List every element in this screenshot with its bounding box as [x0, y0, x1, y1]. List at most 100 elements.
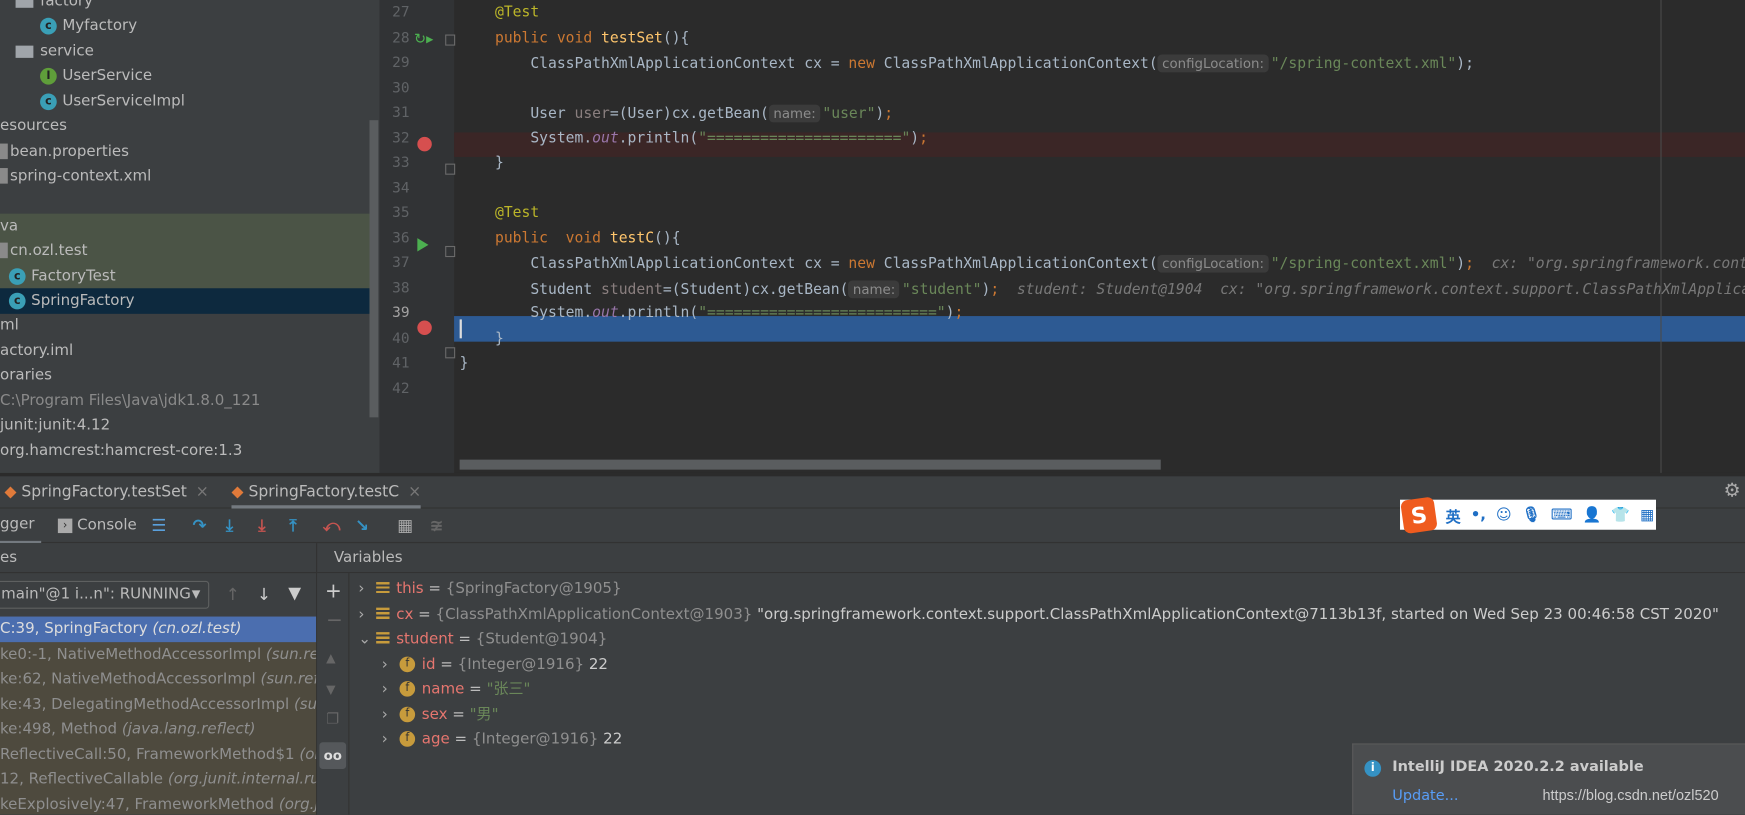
- next-frame-icon[interactable]: ↓: [257, 584, 271, 604]
- ime-punctuation-toggle[interactable]: •,: [1471, 506, 1486, 524]
- fold-icon[interactable]: [445, 163, 456, 175]
- add-watch-icon[interactable]: +: [325, 580, 342, 603]
- chevron-right-icon[interactable]: ›: [382, 727, 395, 752]
- fold-icon[interactable]: [445, 347, 456, 359]
- tree-item[interactable]: ml: [0, 313, 371, 338]
- frames-list-icon[interactable]: ☰: [151, 515, 166, 535]
- emoji-icon[interactable]: ☺: [1496, 506, 1512, 524]
- chevron-right-icon[interactable]: ›: [382, 677, 395, 702]
- close-icon[interactable]: ×: [408, 483, 421, 501]
- stack-frame[interactable]: ke:498, Method (java.lang.reflect): [0, 717, 316, 742]
- field-icon: f: [399, 681, 416, 697]
- stack-frame[interactable]: 12, ReflectiveCallable (org.junit.intern…: [0, 767, 316, 792]
- drop-frame-icon[interactable]: ⤺: [323, 515, 341, 535]
- user-icon[interactable]: 👤: [1583, 506, 1602, 524]
- step-out-icon[interactable]: ⤒: [289, 515, 296, 535]
- code-token: "==========================": [698, 304, 946, 322]
- code-token: (){: [662, 29, 690, 47]
- variable-row[interactable]: › f sex = "男": [382, 702, 499, 727]
- code-line: ClassPathXmlApplicationContext cx = new …: [454, 51, 1745, 76]
- code-token: =(Student)cx.getBean(: [662, 281, 849, 298]
- stack-frame[interactable]: C:39, SpringFactory (cn.ozl.test): [0, 616, 317, 642]
- tree-item[interactable]: factory: [0, 0, 371, 14]
- project-tree-scrollbar[interactable]: [369, 120, 379, 418]
- variable-row[interactable]: › this = {SpringFactory@1905}: [358, 576, 621, 601]
- console-tab[interactable]: › Console: [57, 509, 137, 542]
- show-watches-icon[interactable]: oo: [319, 742, 347, 770]
- chevron-right-icon[interactable]: ›: [358, 576, 371, 601]
- breakpoint-icon[interactable]: [417, 136, 432, 152]
- tree-item-label: cn.ozl.test: [10, 241, 88, 260]
- frame-package: (cn.ozl.test): [152, 619, 242, 638]
- step-into-icon[interactable]: ⤓: [226, 515, 233, 535]
- close-icon[interactable]: ×: [196, 483, 209, 501]
- tree-item[interactable]: C:\Program Files\Java\jdk1.8.0_121: [0, 388, 371, 413]
- tree-item[interactable]: va: [0, 214, 371, 239]
- code-token: Student: [459, 281, 602, 298]
- ime-mode-toggle[interactable]: 英: [1446, 504, 1461, 526]
- update-link[interactable]: Update...: [1392, 788, 1458, 805]
- tree-item-label: ml: [0, 316, 19, 334]
- variables-header-label: Variables: [333, 548, 403, 567]
- previous-frame-icon: ↑: [225, 584, 240, 605]
- stack-frame[interactable]: ke0:-1, NativeMethodAccessorImpl (sun.re…: [0, 642, 316, 667]
- chevron-right-icon[interactable]: ›: [382, 702, 395, 727]
- evaluate-expression-icon[interactable]: ▦: [397, 515, 413, 535]
- parameter-hint: configLocation:: [1157, 254, 1269, 273]
- toolbox-grid-icon[interactable]: ▦: [1640, 506, 1654, 524]
- fold-icon[interactable]: [445, 34, 456, 46]
- line-number: 29: [392, 54, 410, 72]
- debugger-tab[interactable]: gger: [0, 509, 42, 544]
- breakpoint-icon[interactable]: [417, 320, 432, 335]
- tree-item[interactable]: spring-context.xml: [0, 164, 371, 189]
- stack-frame[interactable]: ReflectiveCall:50, FrameworkMethod$1 (or…: [0, 742, 316, 767]
- tree-item[interactable]: bean.properties: [0, 139, 371, 164]
- tree-item[interactable]: c Myfactory: [0, 13, 371, 38]
- tree-item[interactable]: c UserServiceImpl: [0, 89, 371, 114]
- chevron-right-icon[interactable]: ›: [382, 652, 395, 677]
- skin-shirt-icon[interactable]: 👕: [1611, 506, 1630, 524]
- microphone-icon[interactable]: 🎙: [1522, 506, 1541, 524]
- fold-icon[interactable]: [445, 245, 456, 258]
- chevron-down-icon: ▼: [191, 588, 201, 601]
- run-test-icon[interactable]: [417, 238, 429, 252]
- tree-item[interactable]: esources: [0, 114, 371, 139]
- tree-item[interactable]: cn.ozl.test: [0, 238, 371, 263]
- filter-icon[interactable]: ▼: [288, 583, 301, 603]
- variable-row[interactable]: ⌄ student = {Student@1904}: [358, 627, 607, 652]
- code-token: ClassPathXmlApplicationContext(: [883, 55, 1158, 73]
- tree-item[interactable]: service: [0, 39, 371, 64]
- editor-horizontal-scrollbar[interactable]: [459, 459, 1161, 470]
- tab-testc[interactable]: ◆ SpringFactory.testC ×: [231, 476, 422, 509]
- tree-item[interactable]: oraries: [0, 363, 371, 388]
- keyboard-icon[interactable]: ⌨: [1551, 506, 1573, 524]
- variable-row[interactable]: › f id = {Integer@1916} 22: [382, 652, 608, 677]
- tree-item[interactable]: junit:junit:4.12: [0, 413, 371, 438]
- tree-item[interactable]: I UserService: [0, 63, 371, 88]
- tree-item[interactable]: c SpringFactory: [0, 288, 371, 314]
- tree-item[interactable]: actory.iml: [0, 338, 371, 363]
- variable-icon: [376, 582, 390, 596]
- variable-row[interactable]: › f age = {Integer@1916} 22: [382, 727, 623, 752]
- run-to-cursor-icon[interactable]: ↘: [355, 515, 369, 535]
- tree-item[interactable]: org.hamcrest:hamcrest-core:1.3: [0, 438, 371, 463]
- run-test-rerun-icon[interactable]: ↻▸: [414, 31, 433, 48]
- stack-frame[interactable]: keExplosively:47, FrameworkMethod (org.j…: [0, 792, 316, 815]
- gear-icon[interactable]: ⚙: [1724, 480, 1741, 502]
- force-step-into-icon[interactable]: ⤓: [258, 515, 265, 535]
- variable-value: {SpringFactory@1905}: [445, 579, 622, 598]
- code-editor[interactable]: @Test public void testSet(){ ClassPathXm…: [454, 0, 1745, 473]
- chevron-right-icon[interactable]: ›: [358, 602, 371, 627]
- tree-item[interactable]: c FactoryTest: [0, 264, 371, 289]
- stack-frame[interactable]: ke:62, NativeMethodAccessorImpl (sun.ref…: [0, 667, 316, 692]
- tree-item-label: junit:junit:4.12: [0, 416, 111, 435]
- stack-frame[interactable]: ke:43, DelegatingMethodAccessorImpl (sun…: [0, 692, 316, 717]
- variable-row[interactable]: › cx = {ClassPathXmlApplicationContext@19…: [358, 602, 1719, 627]
- step-over-icon[interactable]: ↷: [193, 515, 207, 535]
- tab-testset[interactable]: ◆ SpringFactory.testSet ×: [4, 476, 208, 508]
- thread-select[interactable]: main"@1 i...n": RUNNING ▼: [0, 580, 210, 609]
- variable-row[interactable]: › f name = "张三": [382, 677, 531, 702]
- tree-item-label: va: [0, 217, 19, 235]
- watermark: https://blog.csdn.net/ozl520: [1542, 786, 1719, 804]
- chevron-down-icon[interactable]: ⌄: [358, 627, 371, 652]
